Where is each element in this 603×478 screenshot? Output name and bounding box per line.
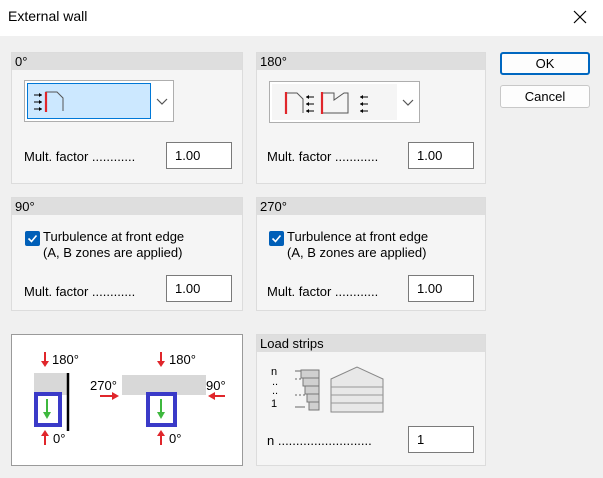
mult-factor-input-90-deg[interactable]: 1.00 <box>166 275 232 302</box>
group-270-deg: 270° Turbulence at front edge (A, B zone… <box>256 197 486 311</box>
group-0-deg-title: 0° <box>12 53 242 70</box>
direction-graphics <box>34 352 225 445</box>
turbulence-checkbox-90-deg[interactable] <box>25 231 40 246</box>
n-label: n .......................... <box>267 433 372 448</box>
group-load-strips: Load strips n .. .. 1 n ................… <box>256 334 486 466</box>
mult-factor-input-180-deg[interactable]: 1.00 <box>408 142 474 169</box>
ok-button[interactable]: OK <box>500 52 590 75</box>
group-270-deg-title: 270° <box>257 198 485 215</box>
label-180-right: 180° <box>169 352 196 367</box>
strip-label-dots: .. <box>272 385 279 397</box>
cancel-button[interactable]: Cancel <box>500 85 590 108</box>
turbulence-label: Turbulence at front edge (A, B zones are… <box>287 229 428 261</box>
mult-factor-label: Mult. factor ............ <box>267 284 379 299</box>
combo-selection <box>27 83 151 119</box>
label-180-left: 180° <box>52 352 79 367</box>
mult-factor-label: Mult. factor ............ <box>24 149 136 164</box>
shape-combo-0-deg[interactable] <box>24 80 174 122</box>
close-icon <box>573 10 587 24</box>
label-90: 90° <box>206 378 226 393</box>
group-180-deg-title: 180° <box>257 53 485 70</box>
mult-factor-label: Mult. factor ............ <box>267 149 379 164</box>
turbulence-line1: Turbulence at front edge <box>43 229 185 244</box>
turbulence-line2: (A, B zones are applied) <box>287 245 427 260</box>
checkmark-icon <box>27 234 38 243</box>
chevron-down-icon[interactable] <box>155 95 169 107</box>
wind-direction-diagram: 180° 0° 180° 0° 270° 90° <box>11 334 243 466</box>
load-strips-title: Load strips <box>257 335 485 352</box>
label-270: 270° <box>90 378 117 393</box>
turbulence-checkbox-270-deg[interactable] <box>269 231 284 246</box>
turbulence-line1: Turbulence at front edge <box>287 229 429 244</box>
n-strips-input[interactable]: 1 <box>408 426 474 453</box>
group-180-deg: 180° Mult. factor ............ 1.00 <box>256 52 486 184</box>
group-90-deg: 90° Turbulence at front edge (A, B zones… <box>11 197 243 311</box>
turbulence-label: Turbulence at front edge (A, B zones are… <box>43 229 184 261</box>
shape-combo-180-deg[interactable] <box>269 81 420 123</box>
mult-factor-input-0-deg[interactable]: 1.00 <box>166 142 232 169</box>
window-title: External wall <box>8 8 88 24</box>
turbulence-line2: (A, B zones are applied) <box>43 245 183 260</box>
load-strips-icon <box>295 366 384 413</box>
chevron-down-icon[interactable] <box>401 96 415 108</box>
mult-factor-input-270-deg[interactable]: 1.00 <box>408 275 474 302</box>
group-0-deg: 0° Mult. factor ............ 1.00 <box>11 52 243 184</box>
checkmark-icon <box>271 234 282 243</box>
strip-label-1: 1 <box>271 398 278 410</box>
group-90-deg-title: 90° <box>12 198 242 215</box>
label-0-left: 0° <box>53 431 66 446</box>
label-0-right: 0° <box>169 431 182 446</box>
wall-shape-icon <box>272 84 397 120</box>
mult-factor-label: Mult. factor ............ <box>24 284 136 299</box>
close-button[interactable] <box>557 0 603 34</box>
wall-shape-icon <box>34 91 64 112</box>
title-bar: External wall <box>0 0 603 36</box>
